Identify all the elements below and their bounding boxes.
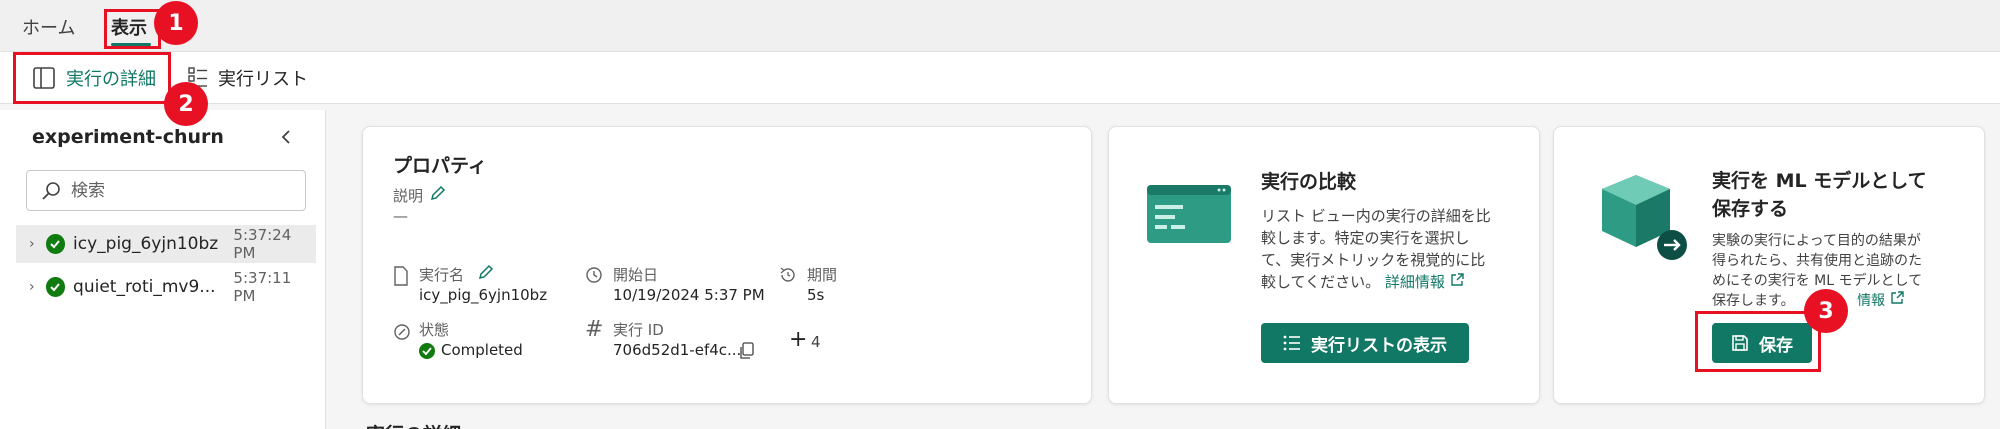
external-link-icon[interactable] bbox=[1890, 291, 1904, 305]
save-model-title: 実行を ML モデルとして 保存する bbox=[1712, 167, 1927, 223]
edit-pencil-icon[interactable] bbox=[477, 263, 495, 285]
learn-more-link[interactable]: 情報 bbox=[1857, 293, 1885, 309]
compare-desc-line: 較してください。 詳細情報 bbox=[1261, 271, 1491, 293]
success-check-icon bbox=[45, 277, 66, 297]
save-desc-line: 実験の実行によって目的の結果が bbox=[1712, 233, 1921, 249]
clock-icon bbox=[585, 266, 603, 288]
compare-desc-line: リスト ビュー内の実行の詳細を比 bbox=[1261, 207, 1491, 225]
chevron-right-icon[interactable]: › bbox=[22, 279, 42, 295]
save-model-title-line: 実行を ML モデルとして bbox=[1712, 170, 1927, 192]
run-id-label: 実行 ID bbox=[613, 321, 664, 339]
search-icon bbox=[42, 181, 60, 200]
compare-desc-line: て、実行メトリックを視覚的に比 bbox=[1261, 251, 1486, 269]
run-name-label: 実行名 bbox=[419, 266, 465, 284]
edit-pencil-icon[interactable] bbox=[429, 184, 447, 206]
run-list-label: 実行リスト bbox=[218, 69, 308, 90]
annotation-badge: 2 bbox=[164, 82, 208, 126]
save-model-title-line: 保存する bbox=[1712, 198, 1789, 220]
run-name: icy_pig_6yjn10bz bbox=[73, 234, 219, 254]
view-run-list-button[interactable]: 実行リストの表示 bbox=[1261, 323, 1469, 363]
compare-title: 実行の比較 bbox=[1261, 171, 1357, 193]
run-list-item[interactable]: › icy_pig_6yjn10bz 5:37:24 PM bbox=[16, 225, 316, 263]
run-details-section-heading: 実行の詳細 bbox=[366, 420, 461, 429]
experiment-title: experiment-churn bbox=[32, 126, 224, 148]
description-label: 説明 bbox=[393, 187, 424, 205]
add-icon[interactable]: + bbox=[789, 327, 807, 352]
save-desc-line: 得られたら、共有使用と追跡のた bbox=[1712, 253, 1922, 269]
duration-value: 5s bbox=[807, 286, 825, 304]
experiment-run-panel: experiment-churn › icy_pig_6yjn10bz 5:37… bbox=[0, 110, 326, 429]
description-value: — bbox=[393, 207, 408, 225]
save-desc-line: めにその実行を ML モデルとして bbox=[1712, 273, 1923, 289]
success-check-icon bbox=[419, 343, 435, 363]
copy-icon[interactable] bbox=[739, 342, 755, 364]
run-list-item[interactable]: › quiet_roti_mv9... 5:37:11 PM bbox=[16, 268, 316, 306]
duration-label: 期間 bbox=[807, 266, 838, 284]
top-tab-bar: ホーム 表示 bbox=[0, 0, 2000, 52]
ribbon-toolbar: 実行の詳細 実行リスト bbox=[0, 52, 2000, 104]
annotation-box-save bbox=[1695, 311, 1821, 372]
history-icon bbox=[779, 266, 797, 288]
run-name: quiet_roti_mv9... bbox=[73, 277, 216, 297]
run-time: 5:37:24 PM bbox=[233, 226, 292, 262]
status-value: Completed bbox=[441, 341, 523, 359]
run-list-button[interactable]: 実行リスト bbox=[188, 60, 308, 96]
run-id-value: 706d52d1-ef4c... bbox=[613, 341, 742, 359]
run-name-value: icy_pig_6yjn10bz bbox=[419, 286, 548, 304]
run-search-box[interactable] bbox=[26, 170, 306, 211]
model-cube-illustration bbox=[1598, 171, 1690, 271]
start-date-label: 開始日 bbox=[613, 266, 659, 284]
compare-illustration bbox=[1147, 185, 1231, 247]
start-date-value: 10/19/2024 5:37 PM bbox=[613, 286, 765, 304]
more-properties-count[interactable]: 4 bbox=[811, 333, 821, 351]
learn-more-link[interactable]: 詳細情報 bbox=[1385, 273, 1445, 291]
view-run-list-label: 実行リストの表示 bbox=[1311, 335, 1447, 356]
annotation-badge: 3 bbox=[1804, 289, 1848, 333]
status-label: 状態 bbox=[419, 321, 450, 339]
tab-home[interactable]: ホーム bbox=[22, 14, 75, 40]
search-input[interactable] bbox=[71, 180, 291, 201]
document-icon bbox=[393, 266, 409, 290]
annotation-box-run-details bbox=[13, 52, 171, 104]
collapse-panel-icon[interactable] bbox=[280, 128, 292, 150]
list-icon bbox=[1283, 335, 1300, 351]
run-time: 5:37:11 PM bbox=[233, 269, 292, 305]
compare-runs-card: 実行の比較 リスト ビュー内の実行の詳細を比 較します。特定の実行を選択し て、… bbox=[1108, 126, 1540, 404]
properties-title: プロパティ bbox=[393, 155, 487, 177]
success-check-icon bbox=[45, 234, 66, 254]
annotation-box-view-tab bbox=[104, 9, 161, 49]
compare-desc-line: 較します。特定の実行を選択し bbox=[1261, 229, 1470, 247]
chevron-right-icon[interactable]: › bbox=[22, 236, 42, 252]
hash-icon: # bbox=[585, 317, 604, 342]
status-icon bbox=[393, 323, 411, 345]
annotation-badge: 1 bbox=[154, 1, 198, 45]
compare-description: リスト ビュー内の実行の詳細を比 較します。特定の実行を選択し て、実行メトリッ… bbox=[1261, 205, 1491, 293]
external-link-icon[interactable] bbox=[1450, 273, 1464, 287]
properties-card: プロパティ 説明 — 実行名 icy_pig_6yjn10bz 開始日 10/1… bbox=[362, 126, 1092, 404]
